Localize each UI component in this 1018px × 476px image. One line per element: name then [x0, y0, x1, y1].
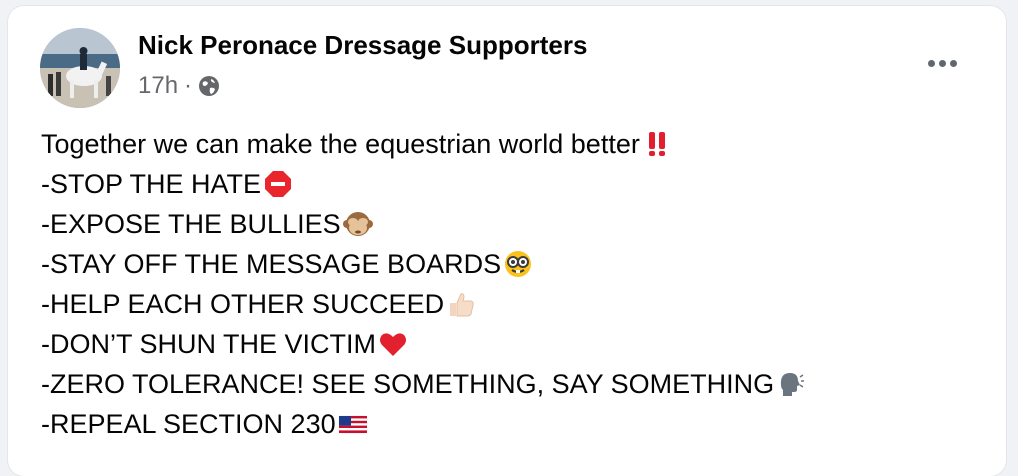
post-line-text: -STOP THE HATE [41, 169, 262, 199]
post-card: Nick Peronace Dressage Supporters 17h · … [8, 6, 1006, 476]
post-line-text: -ZERO TOLERANCE! SEE SOMETHING, SAY SOME… [41, 369, 775, 399]
post-line-text: -EXPOSE THE BULLIES [41, 209, 341, 239]
post-line: Together we can make the equestrian worl… [41, 124, 991, 164]
speaking-head-icon [776, 369, 806, 399]
double-exclamation-icon [642, 129, 672, 159]
post-line: -EXPOSE THE BULLIES [41, 204, 991, 244]
post-timestamp[interactable]: 17h [138, 72, 178, 100]
page-avatar[interactable] [40, 28, 120, 108]
more-dot-icon [927, 59, 935, 67]
post-line: -HELP EACH OTHER SUCCEED [41, 284, 991, 324]
post-line-text: Together we can make the equestrian worl… [41, 129, 640, 159]
stop-sign-icon [263, 169, 293, 199]
post-line-text: -STAY OFF THE MESSAGE BOARDS [41, 249, 502, 279]
meta-separator: · [184, 72, 193, 99]
more-options-button[interactable] [920, 52, 964, 74]
red-heart-icon [378, 329, 408, 359]
nerd-face-icon [503, 249, 533, 279]
post-line-text: -HELP EACH OTHER SUCCEED [41, 289, 445, 319]
post-line-text: -DON’T SHUN THE VICTIM [41, 329, 377, 359]
post-line: -STOP THE HATE [41, 164, 991, 204]
post-meta: 17h · [138, 72, 220, 100]
more-dot-icon [938, 59, 946, 67]
see-no-evil-monkey-icon [342, 209, 373, 239]
us-flag-icon [338, 409, 368, 439]
more-dot-icon [949, 59, 957, 67]
post-line: -STAY OFF THE MESSAGE BOARDS [41, 244, 991, 284]
post-line-text: -REPEAL SECTION 230 [41, 409, 336, 439]
post-line: -REPEAL SECTION 230 [41, 404, 991, 444]
thumbs-up-icon [446, 289, 476, 319]
post-body: Together we can make the equestrian worl… [41, 124, 991, 444]
globe-icon[interactable] [198, 75, 220, 97]
post-line: -DON’T SHUN THE VICTIM [41, 324, 991, 364]
page-name-link[interactable]: Nick Peronace Dressage Supporters [138, 30, 587, 61]
post-line: -ZERO TOLERANCE! SEE SOMETHING, SAY SOME… [41, 364, 991, 404]
